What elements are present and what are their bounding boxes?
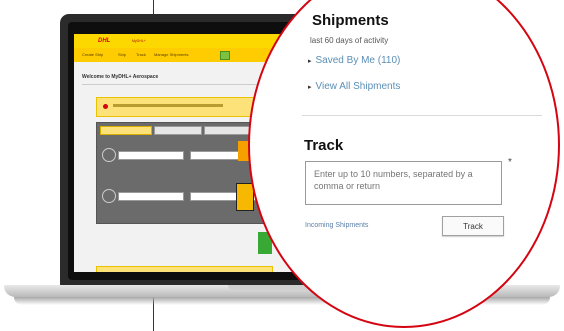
from-field[interactable]: [118, 151, 184, 160]
to-field[interactable]: [118, 192, 184, 201]
dhl-logo[interactable]: DHL: [98, 38, 110, 44]
divider: [82, 84, 262, 85]
info-banner: [96, 97, 258, 117]
notice-banner: [96, 266, 273, 272]
incoming-shipments-link[interactable]: Incoming Shipments: [305, 222, 368, 229]
required-mark: *: [508, 157, 512, 168]
view-all-shipments-label: View All Shipments: [315, 81, 401, 92]
shipments-title: Shipments: [312, 12, 389, 29]
saved-by-me-label: Saved By Me (110): [315, 55, 401, 66]
tracking-number-input[interactable]: [305, 161, 502, 205]
caret-right-icon: ▸: [308, 84, 312, 91]
divider: [302, 115, 542, 116]
banner-text: [113, 104, 223, 107]
saved-by-me-link[interactable]: ▸ Saved By Me (110): [308, 55, 400, 66]
nav-item-manage-shipments[interactable]: Manage Shipments: [154, 52, 188, 57]
to-marker-icon: [102, 189, 116, 203]
track-title: Track: [304, 137, 344, 154]
alert-icon: [103, 104, 108, 109]
welcome-heading: Welcome to MyDHL+ Aerospace: [82, 74, 159, 80]
activity-text: last 60 days of activity: [310, 36, 389, 45]
caret-right-icon: ▸: [308, 58, 312, 65]
track-button[interactable]: Track: [442, 216, 504, 236]
panel-tab-1[interactable]: [100, 126, 152, 135]
nav-item-ship[interactable]: Ship: [118, 52, 126, 57]
magnified-panel: Shipments last 60 days of activity ▸ Save…: [250, 0, 558, 326]
nav-item-create-ship[interactable]: Create Ship: [82, 52, 103, 57]
magnifier: Shipments last 60 days of activity ▸ Save…: [248, 0, 560, 328]
logo-tagline: MyDHL+: [132, 39, 146, 43]
new-badge-icon: [220, 51, 230, 60]
view-all-shipments-link[interactable]: ▸ View All Shipments: [308, 81, 400, 92]
panel-tab-2[interactable]: [154, 126, 202, 135]
nav-item-track[interactable]: Track: [136, 52, 146, 57]
from-marker-icon: [102, 148, 116, 162]
